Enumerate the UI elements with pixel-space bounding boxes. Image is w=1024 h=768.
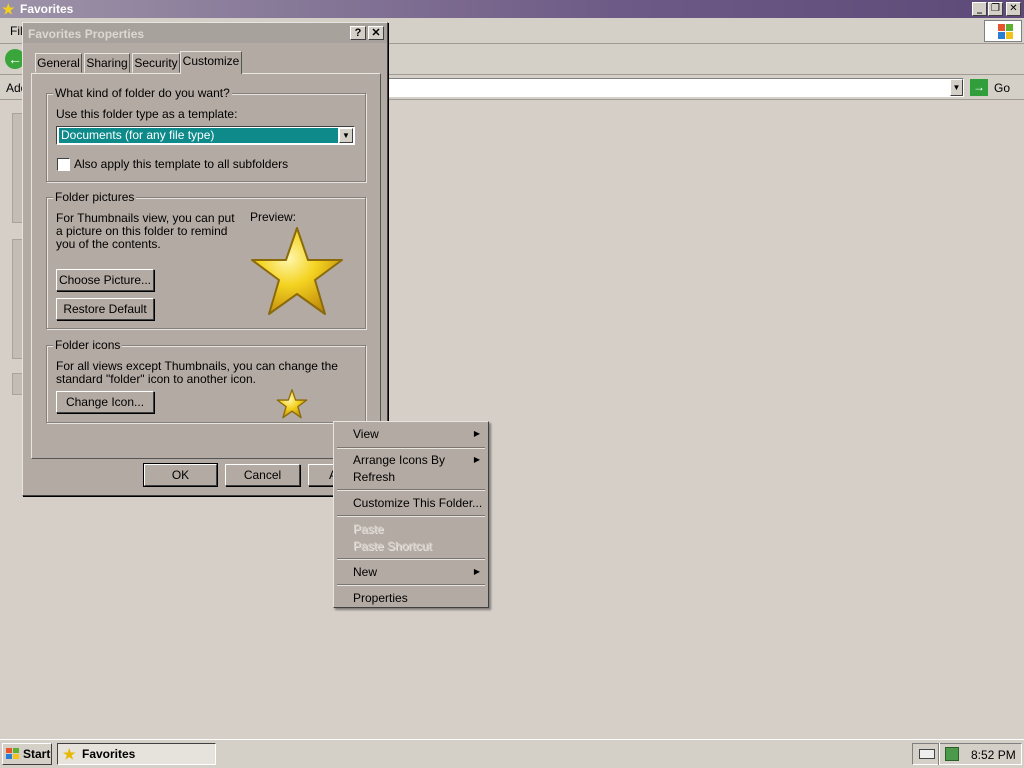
minimize-button[interactable]: _ — [972, 2, 987, 16]
folder-icons-group: Folder icons For all views except Thumbn… — [46, 338, 366, 423]
keyboard-icon[interactable] — [919, 749, 935, 759]
menu-item-properties[interactable]: Properties — [353, 591, 408, 605]
menu-item-refresh[interactable]: Refresh — [353, 470, 395, 484]
restore-button[interactable]: ❐ — [988, 2, 1003, 16]
preview-label: Preview: — [250, 210, 297, 224]
submenu-arrow-icon: ▶ — [473, 455, 480, 464]
folder-icons-group-label: Folder icons — [53, 338, 123, 352]
change-icon-button[interactable]: Change Icon... — [56, 391, 154, 413]
dialog-titlebar[interactable]: Favorites Properties ? ✕ — [23, 23, 387, 43]
tab-general[interactable]: General — [35, 53, 82, 73]
start-label: Start — [23, 747, 51, 761]
menu-separator — [337, 515, 485, 517]
menu-file[interactable]: Fil — [10, 24, 23, 38]
go-button[interactable]: Go — [994, 81, 1010, 95]
menu-separator — [337, 447, 485, 449]
folder-pictures-group-label: Folder pictures — [53, 190, 137, 204]
tray-separator — [938, 743, 940, 765]
menu-item-customize-folder[interactable]: Customize This Folder... — [353, 496, 482, 510]
clock[interactable]: 8:52 PM — [971, 748, 1016, 762]
restore-default-button[interactable]: Restore Default — [56, 298, 154, 320]
cancel-button[interactable]: Cancel — [225, 464, 300, 486]
menu-separator — [337, 489, 485, 491]
menu-separator — [337, 584, 485, 586]
taskbar-item-label: Favorites — [82, 747, 136, 761]
template-label: Use this folder type as a template: — [56, 107, 238, 121]
taskbar-item-favorites[interactable]: ★ Favorites — [57, 743, 216, 765]
star-icon — [276, 389, 308, 419]
submenu-arrow-icon: ▶ — [473, 567, 480, 576]
ok-button[interactable]: OK — [143, 463, 218, 487]
taskbar: Start ★ Favorites 8:52 PM — [0, 739, 1024, 768]
address-dropdown-icon[interactable]: ▼ — [950, 79, 963, 96]
menu-item-new[interactable]: New — [353, 565, 377, 579]
folder-pictures-description: For Thumbnails view, you can put a pictu… — [56, 211, 235, 251]
help-button[interactable]: ? — [350, 26, 366, 40]
folder-type-group: What kind of folder do you want? Use thi… — [46, 86, 366, 182]
chevron-down-icon[interactable]: ▼ — [339, 128, 353, 143]
star-icon: ★ — [63, 746, 76, 762]
context-menu: View ▶ Arrange Icons By ▶ Refresh Custom… — [333, 421, 489, 608]
close-button[interactable]: ✕ — [1006, 2, 1021, 16]
dialog-title: Favorites Properties — [28, 27, 145, 41]
folder-icons-description: For all views except Thumbnails, you can… — [56, 359, 338, 386]
apply-subfolders-label[interactable]: Also apply this template to all subfolde… — [74, 157, 288, 171]
menu-separator — [337, 558, 485, 560]
folder-type-select[interactable]: Documents (for any file type) ▼ — [56, 126, 355, 145]
star-icon — [251, 227, 343, 315]
go-arrow-icon[interactable]: → — [970, 79, 988, 96]
dialog-close-button[interactable]: ✕ — [368, 26, 384, 40]
apply-subfolders-checkbox[interactable] — [57, 158, 70, 171]
menu-item-view[interactable]: View — [353, 427, 379, 441]
windows-logo-icon — [984, 20, 1022, 42]
menu-item-arrange-icons[interactable]: Arrange Icons By — [353, 453, 445, 467]
folder-pictures-group: Folder pictures For Thumbnails view, you… — [46, 190, 366, 329]
system-tray: 8:52 PM — [912, 743, 1022, 765]
tab-customize[interactable]: Customize — [180, 51, 242, 74]
star-icon: ★ — [2, 1, 15, 17]
folder-type-value: Documents (for any file type) — [58, 127, 339, 144]
network-icon[interactable] — [945, 747, 959, 761]
menu-item-paste-shortcut: Paste Shortcut — [353, 539, 432, 553]
window-titlebar[interactable]: ★ Favorites _ ❐ ✕ — [0, 0, 1024, 18]
customize-panel: What kind of folder do you want? Use thi… — [31, 73, 381, 459]
tab-security[interactable]: Security — [132, 53, 180, 73]
choose-picture-button[interactable]: Choose Picture... — [56, 269, 154, 291]
menu-item-paste: Paste — [353, 522, 384, 536]
window-title: Favorites — [20, 2, 74, 16]
windows-logo-icon — [6, 748, 20, 760]
start-button[interactable]: Start — [2, 743, 52, 765]
tab-sharing[interactable]: Sharing — [84, 53, 130, 73]
submenu-arrow-icon: ▶ — [473, 429, 480, 438]
folder-type-group-label: What kind of folder do you want? — [53, 86, 232, 100]
